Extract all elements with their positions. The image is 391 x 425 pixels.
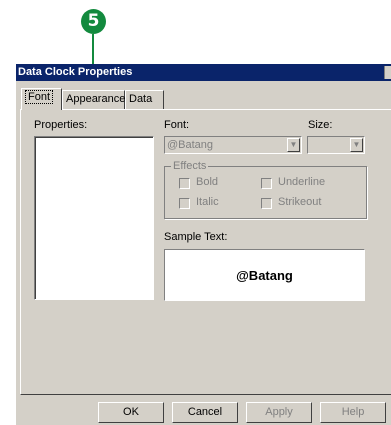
tab-appearance[interactable]: Appearance	[62, 90, 125, 109]
italic-checkbox[interactable]	[179, 198, 190, 209]
sample-text-label: Sample Text:	[164, 231, 228, 243]
tab-data-label: Data	[129, 93, 153, 105]
bold-checkbox[interactable]	[179, 178, 190, 189]
underline-checkbox[interactable]	[261, 178, 272, 189]
close-icon[interactable]	[384, 66, 391, 79]
effects-title: Effects	[171, 160, 209, 172]
size-label: Size:	[308, 119, 333, 131]
properties-list[interactable]	[34, 136, 154, 300]
effects-groupbox: Effects Bold Underline Italic Strikeout	[164, 160, 367, 219]
font-select[interactable]: @Batang ▼	[164, 136, 302, 154]
tab-data[interactable]: Data	[125, 90, 164, 109]
chevron-down-icon[interactable]: ▼	[287, 138, 300, 152]
tab-font-label: Font	[25, 90, 54, 104]
strikeout-label: Strikeout	[278, 196, 322, 208]
font-select-value: @Batang	[167, 139, 214, 151]
strikeout-checkbox[interactable]	[261, 198, 272, 209]
properties-dialog: Data Clock Properties Font Appearance Da…	[16, 64, 391, 425]
step-callout-badge: 5	[81, 9, 106, 34]
cancel-button[interactable]: Cancel	[172, 402, 238, 423]
italic-label: Italic	[196, 196, 219, 208]
underline-label: Underline	[278, 176, 326, 188]
bold-label: Bold	[196, 176, 219, 188]
tab-appearance-label: Appearance	[66, 93, 126, 105]
properties-label: Properties:	[34, 119, 88, 131]
dialog-title: Data Clock Properties	[18, 66, 133, 78]
font-label: Font:	[164, 119, 190, 131]
dialog-titlebar: Data Clock Properties	[16, 64, 391, 81]
tab-font[interactable]: Font	[21, 88, 62, 110]
apply-button[interactable]: Apply	[246, 402, 312, 423]
size-select[interactable]: ▼	[307, 136, 365, 154]
chevron-down-icon[interactable]: ▼	[350, 138, 363, 152]
help-button[interactable]: Help	[320, 402, 386, 423]
sample-text-preview: @Batang	[164, 249, 365, 301]
ok-button[interactable]: OK	[98, 402, 164, 423]
